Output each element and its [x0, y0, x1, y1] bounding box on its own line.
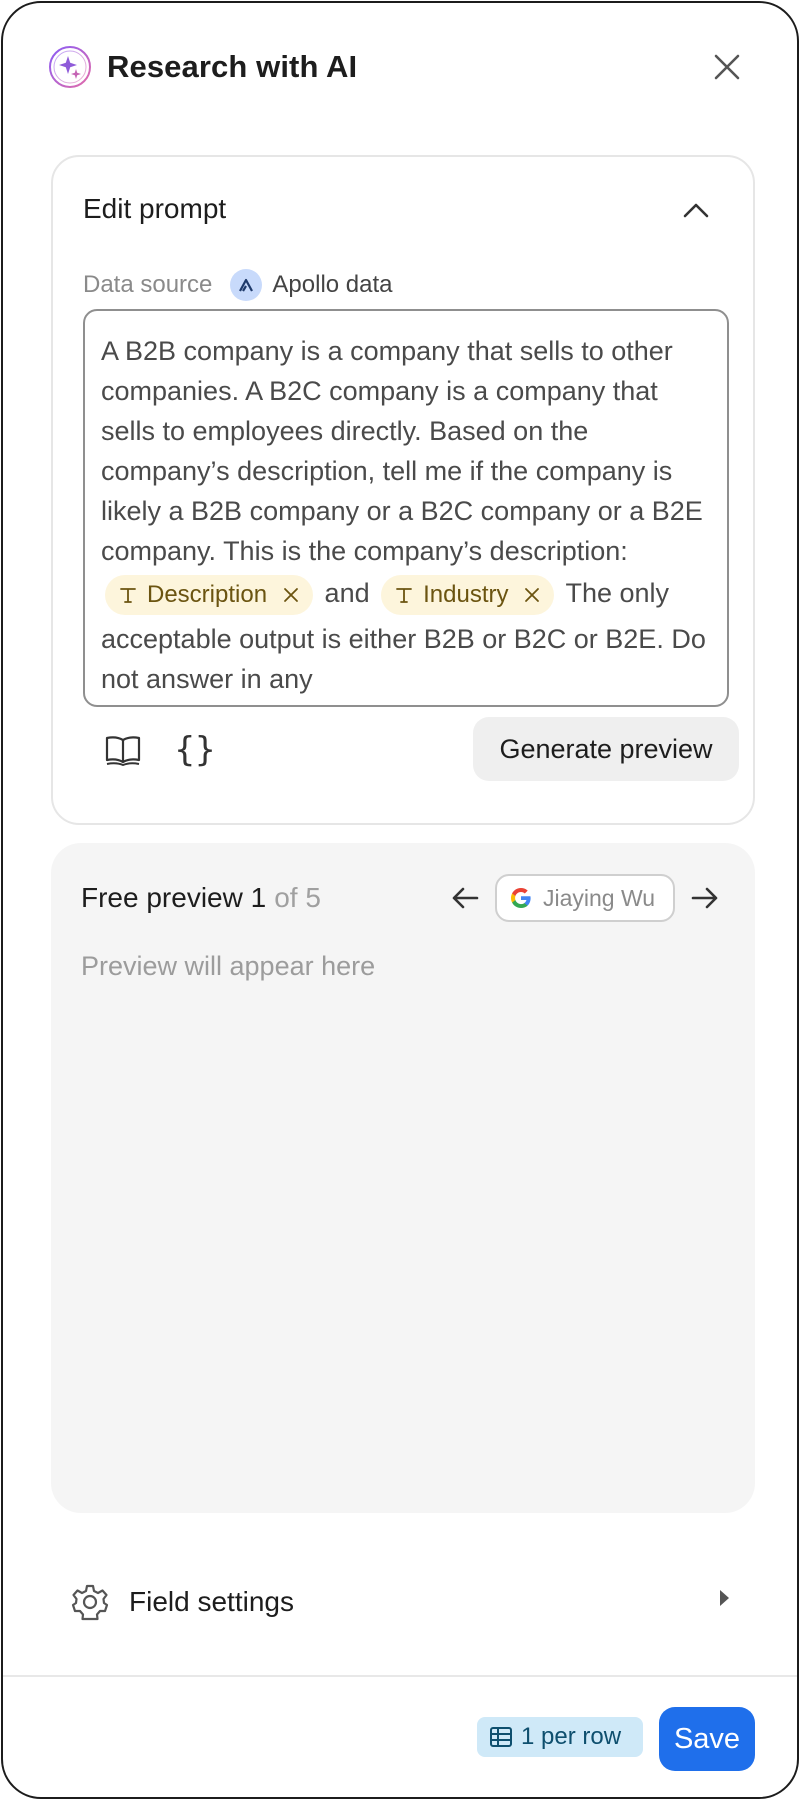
- arrow-right-icon: [691, 887, 718, 909]
- ai-sparkle-icon: [47, 44, 93, 90]
- variable-chip-description[interactable]: Description: [105, 575, 314, 615]
- preview-navigation: Jiaying Wu: [445, 873, 725, 923]
- chip-label: Industry: [423, 581, 509, 608]
- google-icon: [511, 888, 531, 908]
- library-button[interactable]: [97, 724, 149, 776]
- close-button[interactable]: [707, 47, 747, 87]
- apollo-logo-icon: [230, 269, 263, 301]
- record-name: Jiaying Wu: [543, 884, 656, 911]
- text-type-icon: [119, 586, 137, 604]
- field-settings-row[interactable]: Field settings: [71, 1579, 731, 1625]
- preview-title: Free preview 1: [81, 882, 267, 913]
- gear-icon: [71, 1584, 109, 1621]
- rows-badge[interactable]: 1 per row: [477, 1717, 643, 1757]
- preview-header: Free preview 1 of 5 Jiaying Wu: [81, 873, 725, 923]
- record-selector[interactable]: Jiaying Wu: [495, 874, 675, 922]
- braces-icon[interactable]: {}: [169, 724, 221, 776]
- chevron-up-icon: [683, 203, 709, 218]
- prompt-textarea[interactable]: A B2B company is a company that sells to…: [83, 309, 729, 707]
- generate-preview-button[interactable]: Generate preview: [473, 717, 739, 781]
- data-source-row: Data source Apollo data: [83, 267, 393, 303]
- previous-button[interactable]: [445, 878, 485, 918]
- panel-header: Research with AI: [47, 43, 757, 91]
- data-source-label: Data source: [83, 271, 213, 298]
- book-icon: [105, 736, 141, 766]
- prompt-text: A B2B company is a company that sells to…: [101, 336, 703, 566]
- remove-icon[interactable]: [524, 587, 540, 603]
- next-button[interactable]: [685, 878, 725, 918]
- variable-chip-industry[interactable]: Industry: [381, 575, 555, 615]
- edit-prompt-header[interactable]: Edit prompt: [83, 189, 723, 229]
- arrow-left-icon: [452, 887, 479, 909]
- edit-prompt-title: Edit prompt: [83, 193, 227, 224]
- prompt-toolbar: {}: [97, 717, 241, 783]
- research-panel: Research with AI Edit prompt Data source: [1, 1, 799, 1799]
- edit-prompt-card: Edit prompt Data source Apollo data A B2…: [51, 155, 755, 825]
- text-type-icon: [395, 586, 413, 604]
- remove-icon[interactable]: [283, 587, 299, 603]
- panel-title: Research with AI: [107, 49, 358, 84]
- preview-card: Free preview 1 of 5 Jiaying Wu Preview w…: [51, 843, 755, 1513]
- chip-label: Description: [147, 581, 268, 608]
- close-icon: [714, 54, 740, 80]
- collapse-button[interactable]: [679, 193, 713, 227]
- field-settings-label: Field settings: [129, 1586, 294, 1617]
- caret-right-icon: [720, 1590, 729, 1606]
- preview-placeholder: Preview will appear here: [81, 951, 376, 981]
- data-source-value: Apollo data: [272, 271, 393, 298]
- footer-divider: [3, 1675, 797, 1677]
- rows-badge-label: 1 per row: [521, 1723, 622, 1750]
- save-button[interactable]: Save: [659, 1707, 755, 1771]
- preview-count: of 5: [274, 882, 321, 913]
- table-icon: [490, 1727, 512, 1747]
- prompt-text: and: [317, 578, 378, 609]
